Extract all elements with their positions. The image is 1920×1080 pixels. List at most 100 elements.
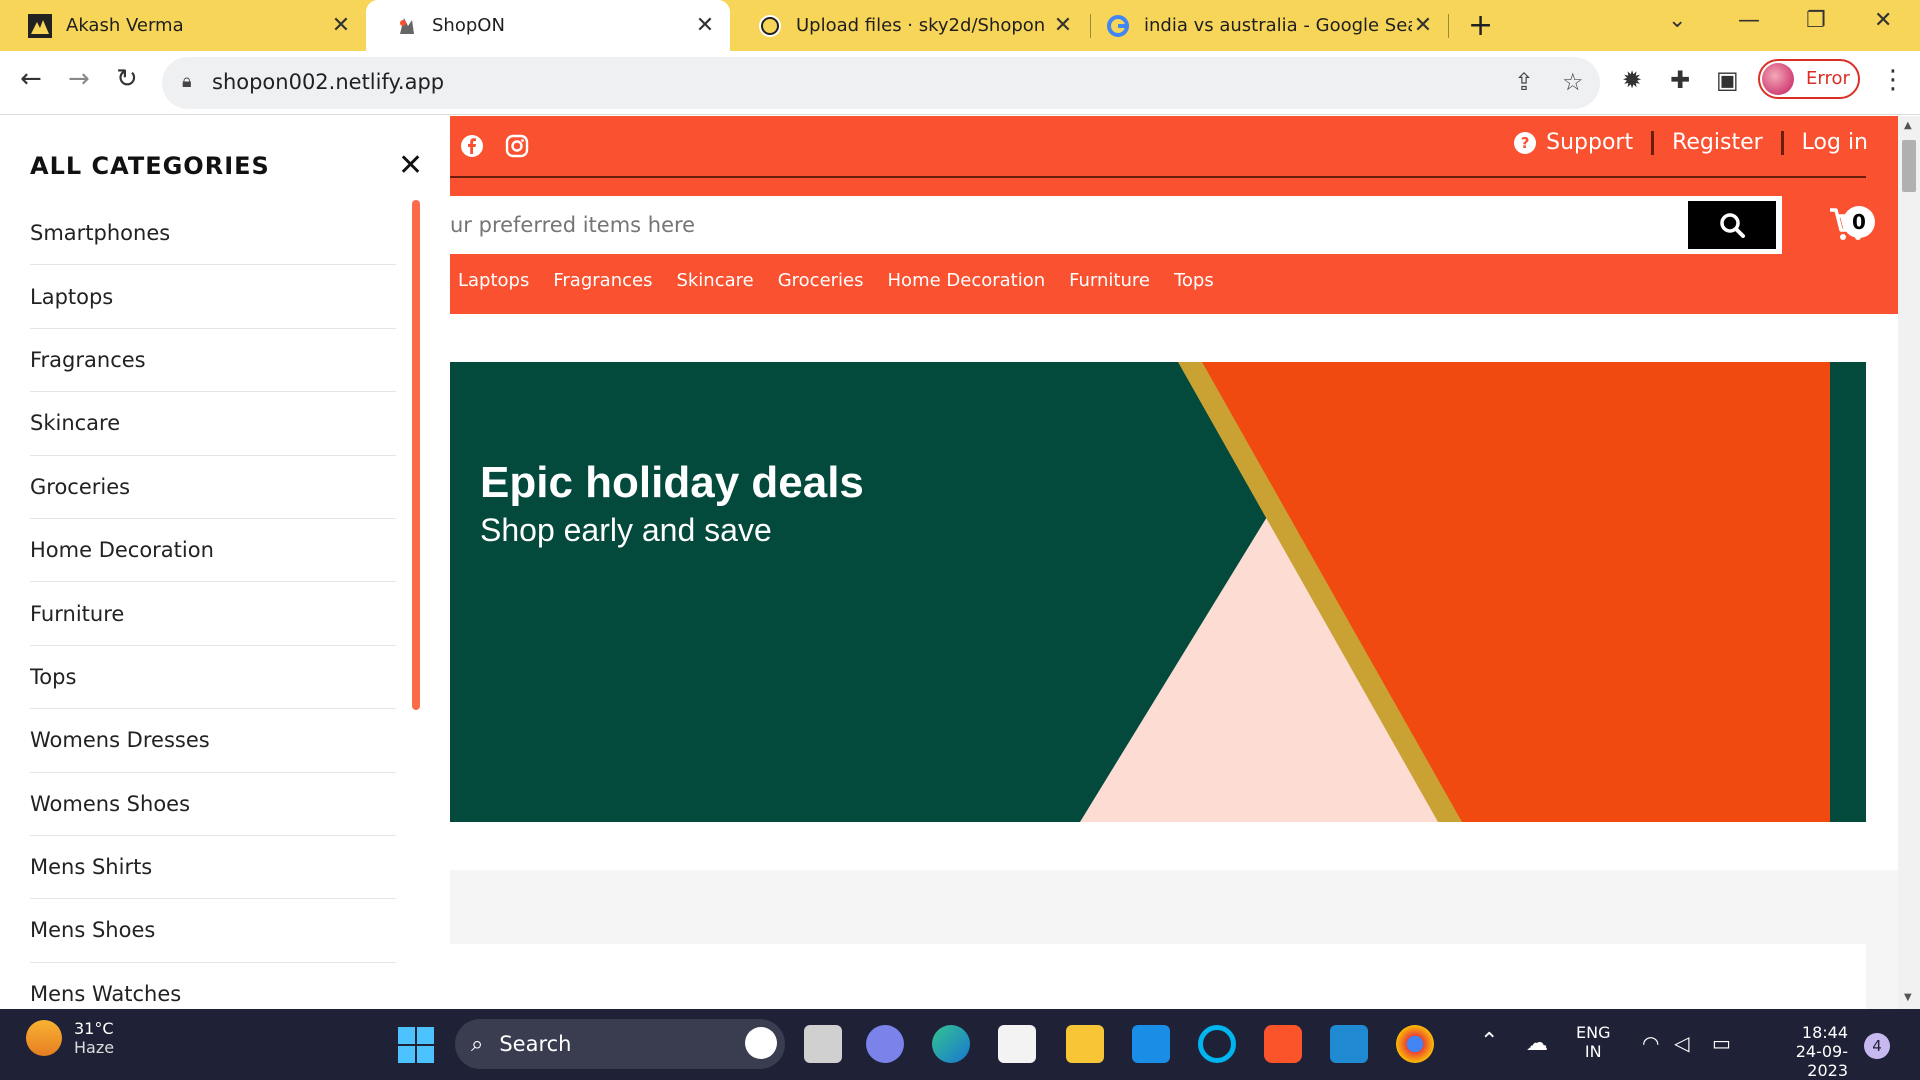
banner-title: Epic holiday deals xyxy=(480,458,864,507)
reload-icon[interactable]: ↻ xyxy=(116,64,138,94)
extension-bug-icon[interactable]: ✹ xyxy=(1622,66,1642,94)
sidebar-item-mens-shoes[interactable]: Mens Shoes xyxy=(30,899,396,963)
sidebar-item-smartphones[interactable]: Smartphones xyxy=(30,202,396,266)
page-scrollbar[interactable]: ▲ ▼ xyxy=(1898,116,1920,1009)
vscode-icon[interactable] xyxy=(1330,1025,1368,1063)
battery-icon[interactable]: ▭ xyxy=(1712,1031,1731,1055)
url-text[interactable]: shopon002.netlify.app xyxy=(212,70,444,94)
close-tab-icon[interactable]: ✕ xyxy=(1052,13,1074,38)
brave-icon[interactable] xyxy=(1264,1025,1302,1063)
category-link[interactable]: Groceries xyxy=(778,270,864,291)
login-link[interactable]: Log in xyxy=(1802,130,1868,155)
weather-condition: Haze xyxy=(74,1038,115,1057)
clock[interactable]: 18:44 24-09-2023 xyxy=(1756,1023,1848,1080)
instagram-icon[interactable] xyxy=(505,134,529,164)
notification-badge[interactable]: 4 xyxy=(1864,1033,1890,1059)
banner-subtitle: Shop early and save xyxy=(480,512,772,548)
scrollbar-thumb[interactable] xyxy=(1902,140,1916,192)
side-panel-icon[interactable]: ▣ xyxy=(1716,66,1739,94)
register-link[interactable]: Register xyxy=(1672,130,1763,155)
restore-icon[interactable]: ❐ xyxy=(1806,8,1826,33)
sidebar-item-furniture[interactable]: Furniture xyxy=(30,582,396,646)
category-link[interactable]: Skincare xyxy=(676,270,753,291)
tab-shopon[interactable]: ShopON ✕ xyxy=(366,0,730,51)
search-button[interactable] xyxy=(1688,201,1776,249)
tab-title: ShopON xyxy=(432,15,505,36)
sidebar-item-groceries[interactable]: Groceries xyxy=(30,456,396,519)
avatar xyxy=(1762,63,1794,95)
scroll-up-icon[interactable]: ▲ xyxy=(1904,120,1912,131)
tab-github-upload[interactable]: Upload files · sky2d/Shopon ✕ xyxy=(730,0,1088,51)
sidebar-item-skincare[interactable]: Skincare xyxy=(30,392,396,456)
bookmark-star-icon[interactable]: ☆ xyxy=(1562,68,1584,96)
categories-sidebar: ALL CATEGORIES ✕ Smartphones Laptops Fra… xyxy=(0,116,450,1009)
shopon-favicon xyxy=(394,14,418,38)
myhp-icon[interactable] xyxy=(1132,1025,1170,1063)
chevron-up-icon[interactable]: ⌃ xyxy=(1480,1029,1498,1054)
bing-icon[interactable] xyxy=(745,1027,777,1059)
file-explorer-icon[interactable] xyxy=(1066,1025,1104,1063)
tab-akash-verma[interactable]: Akash Verma ✕ xyxy=(0,0,366,51)
tab-search-chevron-icon[interactable]: ⌄ xyxy=(1668,8,1686,33)
minimize-icon[interactable]: — xyxy=(1738,8,1760,33)
tab-title: india vs australia - Google Search xyxy=(1144,15,1412,36)
profile-button[interactable]: Error xyxy=(1758,59,1860,99)
browser-menu-icon[interactable]: ⋮ xyxy=(1880,65,1906,95)
tab-google-search[interactable]: india vs australia - Google Search ✕ xyxy=(1092,0,1448,51)
task-view-icon[interactable] xyxy=(804,1025,842,1063)
sidebar-item-laptops[interactable]: Laptops xyxy=(30,265,396,329)
hero-banner[interactable]: Epic holiday deals Shop early and save xyxy=(450,362,1866,822)
teams-chat-icon[interactable] xyxy=(866,1025,904,1063)
close-icon[interactable]: ✕ xyxy=(398,148,423,183)
onedrive-cloud-icon[interactable]: ☁ xyxy=(1526,1031,1548,1056)
category-link[interactable]: Furniture xyxy=(1069,270,1150,291)
edge-icon[interactable] xyxy=(932,1025,970,1063)
help-icon: ? xyxy=(1514,131,1537,154)
weather-widget[interactable]: 31°C Haze xyxy=(26,1019,114,1057)
close-tab-icon[interactable]: ✕ xyxy=(330,13,352,38)
store-icon[interactable] xyxy=(998,1025,1036,1063)
sidebar-item-womens-dresses[interactable]: Womens Dresses xyxy=(30,709,396,773)
tab-title: Akash Verma xyxy=(66,15,184,36)
category-link[interactable]: Tops xyxy=(1174,270,1214,291)
top-links: ? Support Register Log in xyxy=(1514,130,1868,155)
sidebar-item-tops[interactable]: Tops xyxy=(30,646,396,710)
chrome-icon[interactable] xyxy=(1396,1025,1434,1063)
sidebar-item-mens-watches[interactable]: Mens Watches xyxy=(30,963,396,1009)
close-tab-icon[interactable]: ✕ xyxy=(694,13,716,38)
share-icon[interactable]: ⇪ xyxy=(1514,68,1534,96)
sidebar-title: ALL CATEGORIES xyxy=(30,152,270,180)
header-divider xyxy=(450,176,1866,178)
facebook-icon[interactable] xyxy=(460,134,484,164)
cortana-icon[interactable] xyxy=(1198,1025,1236,1063)
wifi-icon[interactable]: ◠ xyxy=(1642,1031,1659,1055)
new-tab-button[interactable]: + xyxy=(1468,8,1493,43)
akash-favicon xyxy=(28,13,52,38)
address-bar[interactable]: 🔒︎ shopon002.netlify.app ⇪ ☆ xyxy=(162,57,1600,109)
back-arrow-icon[interactable]: ← xyxy=(20,64,42,94)
taskbar-search[interactable]: ⌕ Search xyxy=(455,1019,785,1069)
language-indicator[interactable]: ENG IN xyxy=(1576,1023,1610,1061)
banner-artwork xyxy=(450,362,1866,822)
windows-start-icon[interactable] xyxy=(398,1027,434,1063)
close-tab-icon[interactable]: ✕ xyxy=(1412,13,1434,38)
category-link[interactable]: Home Decoration xyxy=(888,270,1046,291)
category-link[interactable]: Laptops xyxy=(458,270,529,291)
sidebar-item-womens-shoes[interactable]: Womens Shoes xyxy=(30,773,396,836)
extensions-puzzle-icon[interactable]: ✚ xyxy=(1670,66,1690,94)
category-link[interactable]: Fragrances xyxy=(553,270,652,291)
browser-tab-bar: Akash Verma ✕ ShopON ✕ Upload files · sk… xyxy=(0,0,1920,51)
forward-arrow-icon[interactable]: → xyxy=(68,64,90,94)
sidebar-item-home-decoration[interactable]: Home Decoration xyxy=(30,519,396,583)
temperature: 31°C xyxy=(74,1019,114,1038)
windows-taskbar: 31°C Haze ⌕ Search ⌃ ☁ ENG IN ◠ ◁ ▭ 18:4… xyxy=(0,1009,1920,1080)
close-window-icon[interactable]: ✕ xyxy=(1874,8,1892,33)
support-link[interactable]: Support xyxy=(1546,130,1633,155)
sidebar-item-fragrances[interactable]: Fragrances xyxy=(30,329,396,393)
category-nav: Laptops Fragrances Skincare Groceries Ho… xyxy=(458,270,1214,291)
search-input[interactable] xyxy=(450,196,1680,254)
scroll-down-icon[interactable]: ▼ xyxy=(1904,992,1912,1003)
sidebar-item-mens-shirts[interactable]: Mens Shirts xyxy=(30,836,396,900)
sidebar-scrollbar[interactable] xyxy=(412,200,420,710)
volume-icon[interactable]: ◁ xyxy=(1674,1031,1689,1055)
